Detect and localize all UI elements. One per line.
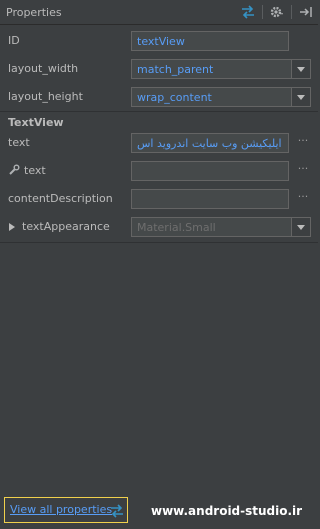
section-title-textview: TextView: [8, 116, 64, 129]
swap-arrows-icon[interactable]: [240, 4, 256, 20]
property-label-id: ID: [8, 34, 20, 47]
wrench-icon: [9, 164, 20, 175]
property-label-text: text: [8, 136, 30, 149]
view-all-properties-box: View all properties: [4, 497, 128, 523]
swap-arrows-icon[interactable]: [109, 503, 125, 519]
property-label-layout-width: layout_width: [8, 62, 79, 75]
layout-height-select[interactable]: wrap_content: [131, 87, 311, 107]
tools-text-field[interactable]: [131, 161, 289, 181]
content-divider: [0, 242, 318, 243]
property-row-id: ID textView: [0, 29, 318, 53]
dropdown-button[interactable]: [291, 88, 310, 106]
panel-title: Properties: [6, 6, 62, 19]
text-field[interactable]: ایلیکیشن وب سایت اندروید اس: [131, 133, 289, 153]
chevron-down-icon: [297, 95, 305, 100]
property-row-text: text ایلیکیشن وب سایت اندروید اس ···: [0, 131, 318, 155]
property-row-tools-text: text ···: [0, 159, 318, 183]
text-appearance-value: Material.Small: [137, 221, 216, 234]
toolbar-separator: [291, 5, 292, 19]
layout-width-select[interactable]: match_parent: [131, 59, 311, 79]
dropdown-button[interactable]: [291, 60, 310, 78]
property-row-layout-height: layout_height wrap_content: [0, 85, 318, 109]
property-row-content-description: contentDescription ···: [0, 187, 318, 211]
dropdown-button[interactable]: [291, 218, 310, 236]
expand-arrow-icon[interactable]: [9, 223, 15, 231]
content-description-more-button[interactable]: ···: [296, 190, 310, 203]
text-more-button[interactable]: ···: [296, 134, 310, 147]
toolbar-separator: [262, 5, 263, 19]
property-row-text-appearance[interactable]: textAppearance Material.Small: [0, 215, 318, 239]
layout-width-value: match_parent: [137, 63, 214, 76]
property-label-content-description: contentDescription: [8, 192, 113, 205]
properties-header: Properties: [0, 0, 318, 25]
gear-icon[interactable]: [269, 4, 285, 20]
collapse-icon[interactable]: [298, 4, 314, 20]
id-field[interactable]: textView: [131, 31, 289, 51]
section-divider: [0, 111, 318, 112]
property-label-layout-height: layout_height: [8, 90, 83, 103]
chevron-down-icon: [297, 67, 305, 72]
tools-text-more-button[interactable]: ···: [296, 162, 310, 175]
watermark-text: www.android-studio.ir: [151, 504, 303, 518]
property-label-tools-text: text: [24, 164, 46, 177]
content-description-field[interactable]: [131, 189, 289, 209]
chevron-down-icon: [297, 225, 305, 230]
header-toolbar: [240, 4, 314, 20]
property-row-layout-width: layout_width match_parent: [0, 57, 318, 81]
property-label-text-appearance: textAppearance: [22, 220, 110, 233]
view-all-properties-link[interactable]: View all properties: [10, 503, 112, 516]
text-appearance-select[interactable]: Material.Small: [131, 217, 311, 237]
layout-height-value: wrap_content: [137, 91, 212, 104]
